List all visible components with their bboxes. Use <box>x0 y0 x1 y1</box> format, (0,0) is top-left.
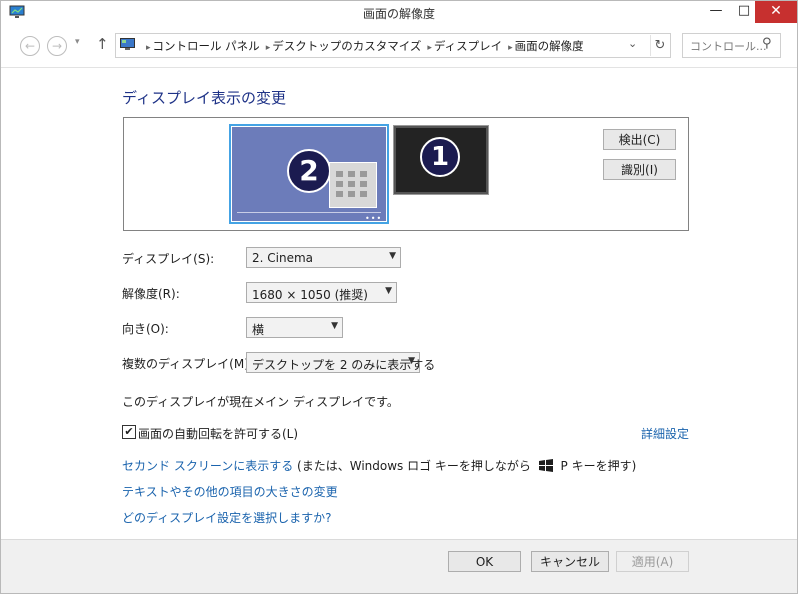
search-placeholder: コントロール... <box>690 40 767 53</box>
search-icon[interactable]: ⚲ <box>762 36 772 51</box>
windows-logo-icon <box>538 459 553 472</box>
second-screen-link[interactable]: セカンド スクリーンに表示する <box>122 459 293 473</box>
recent-locations-dropdown[interactable]: ▾ <box>75 37 80 47</box>
advanced-settings-link[interactable]: 詳細設定 <box>641 425 689 442</box>
breadcrumb-screen-resolution[interactable]: 画面の解像度 <box>515 39 584 53</box>
control-panel-icon <box>120 38 135 50</box>
monitor-dots-icon: ••• <box>365 214 383 223</box>
second-screen-line: セカンド スクリーンに表示する (または、Windows ロゴ キーを押しながら… <box>122 457 636 474</box>
identify-button[interactable]: 識別(I) <box>603 159 676 180</box>
ok-button[interactable]: OK <box>448 551 521 572</box>
taskbar-line <box>237 212 381 213</box>
second-screen-hint-pre: (または、Windows ロゴ キーを押しながら <box>293 459 535 473</box>
breadcrumb-control-panel[interactable]: コントロール パネル <box>153 39 260 53</box>
text-size-link[interactable]: テキストやその他の項目の大きさの変更 <box>122 483 338 500</box>
breadcrumb-separator-icon[interactable]: ▸ <box>427 43 432 53</box>
display-label: ディスプレイ(S): <box>122 252 215 266</box>
breadcrumb-separator-icon[interactable]: ▸ <box>508 43 513 53</box>
forward-button[interactable]: → <box>47 36 67 56</box>
multiple-displays-select[interactable]: デスクトップを 2 のみに表示する ▼ <box>246 352 435 373</box>
navigation-bar: ← → ▾ ↑ ▸ コントロール パネル ▸ デスクトップのカスタマイズ ▸ ディスプレイ… <box>1 25 797 68</box>
monitor-2-selected[interactable]: 2 ••• <box>229 124 389 224</box>
start-screen-grid-icon <box>329 162 377 208</box>
main-display-note: このディスプレイが現在メイン ディスプレイです。 <box>122 395 399 409</box>
monitor-2-number-badge: 2 <box>287 149 331 193</box>
resolution-select-value: 1680 × 1050 (推奨) <box>252 288 368 302</box>
window-title: 画面の解像度 <box>362 7 435 21</box>
chevron-down-icon: ▼ <box>389 251 396 261</box>
auto-rotate-label[interactable]: 画面の自動回転を許可する(L) <box>138 425 298 442</box>
second-screen-hint-post: P キーを押す) <box>556 459 637 473</box>
minimize-button[interactable]: — <box>705 1 727 23</box>
orientation-select-value: 横 <box>252 323 265 337</box>
breadcrumb-separator-icon: ▸ <box>146 43 151 53</box>
chevron-down-icon: ▼ <box>385 286 392 296</box>
breadcrumb-personalization[interactable]: デスクトップのカスタマイズ <box>272 39 421 53</box>
close-button[interactable]: ✕ <box>755 1 797 23</box>
title-bar: 画面の解像度 — □ ✕ <box>1 1 797 25</box>
display-select[interactable]: 2. Cinema ▼ <box>246 247 401 268</box>
chevron-down-icon: ▼ <box>408 356 415 366</box>
breadcrumb-display[interactable]: ディスプレイ <box>434 39 502 53</box>
detect-button[interactable]: 検出(C) <box>603 129 676 150</box>
search-input[interactable]: コントロール... ⚲ <box>682 33 781 58</box>
screen-resolution-window: 画面の解像度 — □ ✕ ← → ▾ ↑ ▸ コントロール パネル ▸ デスクトップの… <box>0 0 798 594</box>
resolution-label: 解像度(R): <box>122 287 180 301</box>
orientation-label: 向き(O): <box>122 322 169 336</box>
breadcrumb-separator-icon[interactable]: ▸ <box>266 43 271 53</box>
multiple-displays-label: 複数のディスプレイ(M): <box>122 357 253 371</box>
resolution-select[interactable]: 1680 × 1050 (推奨) ▼ <box>246 282 397 303</box>
cancel-button[interactable]: キャンセル <box>531 551 609 572</box>
which-settings-link[interactable]: どのディスプレイ設定を選択しますか? <box>122 509 332 526</box>
up-button[interactable]: ↑ <box>96 35 109 53</box>
monitor-1[interactable]: 1 <box>393 125 489 195</box>
orientation-select[interactable]: 横 ▼ <box>246 317 343 338</box>
breadcrumb: ▸ コントロール パネル ▸ デスクトップのカスタマイズ ▸ ディスプレイ ▸ 画面の解像度 <box>142 38 586 54</box>
maximize-button[interactable]: □ <box>733 1 755 23</box>
refresh-icon[interactable]: ↻ <box>650 35 669 56</box>
back-button[interactable]: ← <box>20 36 40 56</box>
page-title: ディスプレイ表示の変更 <box>122 89 286 107</box>
address-history-dropdown-icon[interactable]: ⌄ <box>628 37 637 50</box>
display-select-value: 2. Cinema <box>252 251 314 265</box>
chevron-down-icon: ▼ <box>331 321 338 331</box>
address-bar[interactable]: ▸ コントロール パネル ▸ デスクトップのカスタマイズ ▸ ディスプレイ ▸ 画面の解像度 … <box>115 33 671 58</box>
apply-button-disabled[interactable]: 適用(A) <box>616 551 689 572</box>
monitor-1-number-badge: 1 <box>420 137 460 177</box>
auto-rotate-checkbox[interactable]: ✔ <box>122 425 136 439</box>
